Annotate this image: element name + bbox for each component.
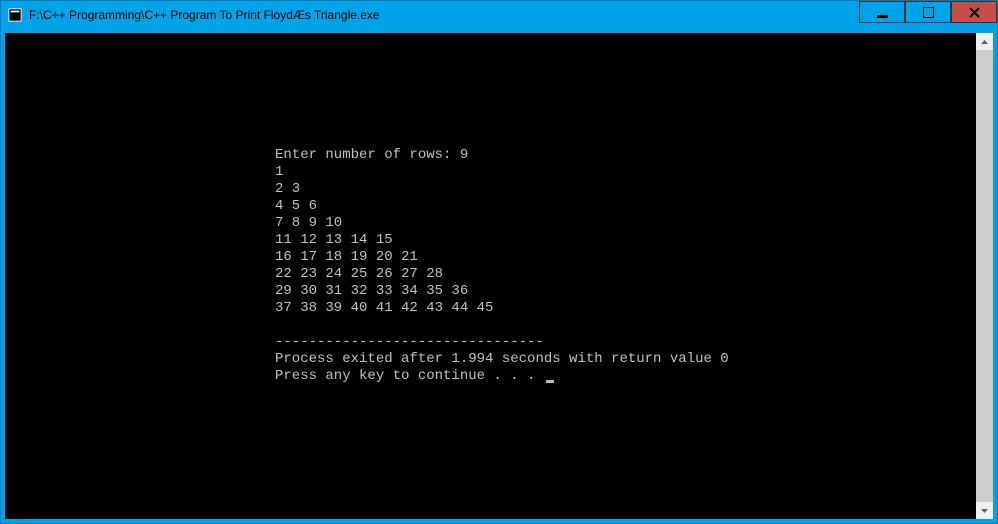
- maximize-button[interactable]: [905, 1, 951, 23]
- output-row: 37 38 39 40 41 42 43 44 45: [275, 300, 493, 316]
- output-row: 1: [275, 164, 283, 180]
- console-output: Enter number of rows: 9 1 2 3 4 5 6 7 8 …: [267, 141, 737, 391]
- output-row: 7 8 9 10: [275, 215, 342, 231]
- window-title: F:\C++ Programming\C++ Program To Print …: [29, 8, 859, 22]
- output-row: 4 5 6: [275, 198, 317, 214]
- close-button[interactable]: [951, 1, 997, 23]
- cursor: [546, 380, 554, 383]
- continue-message: Press any key to continue . . .: [275, 368, 544, 384]
- window-controls: [859, 1, 997, 29]
- scroll-down-arrow[interactable]: [976, 502, 993, 519]
- vertical-scrollbar[interactable]: [976, 33, 993, 519]
- minimize-button[interactable]: [859, 1, 905, 23]
- prompt-line: Enter number of rows: 9: [275, 147, 468, 163]
- console[interactable]: Enter number of rows: 9 1 2 3 4 5 6 7 8 …: [5, 33, 976, 519]
- output-row: 16 17 18 19 20 21: [275, 249, 418, 265]
- scroll-track[interactable]: [976, 50, 993, 502]
- app-icon: [7, 7, 23, 23]
- scroll-up-arrow[interactable]: [976, 33, 993, 50]
- divider-line: --------------------------------: [275, 334, 544, 350]
- titlebar[interactable]: F:\C++ Programming\C++ Program To Print …: [1, 1, 997, 29]
- application-window: F:\C++ Programming\C++ Program To Print …: [0, 0, 998, 524]
- client-area: Enter number of rows: 9 1 2 3 4 5 6 7 8 …: [1, 29, 997, 523]
- output-row: 29 30 31 32 33 34 35 36: [275, 283, 468, 299]
- output-row: 2 3: [275, 181, 300, 197]
- scroll-thumb[interactable]: [976, 50, 993, 502]
- output-row: 22 23 24 25 26 27 28: [275, 266, 443, 282]
- exit-message: Process exited after 1.994 seconds with …: [275, 351, 729, 367]
- output-row: 11 12 13 14 15: [275, 232, 393, 248]
